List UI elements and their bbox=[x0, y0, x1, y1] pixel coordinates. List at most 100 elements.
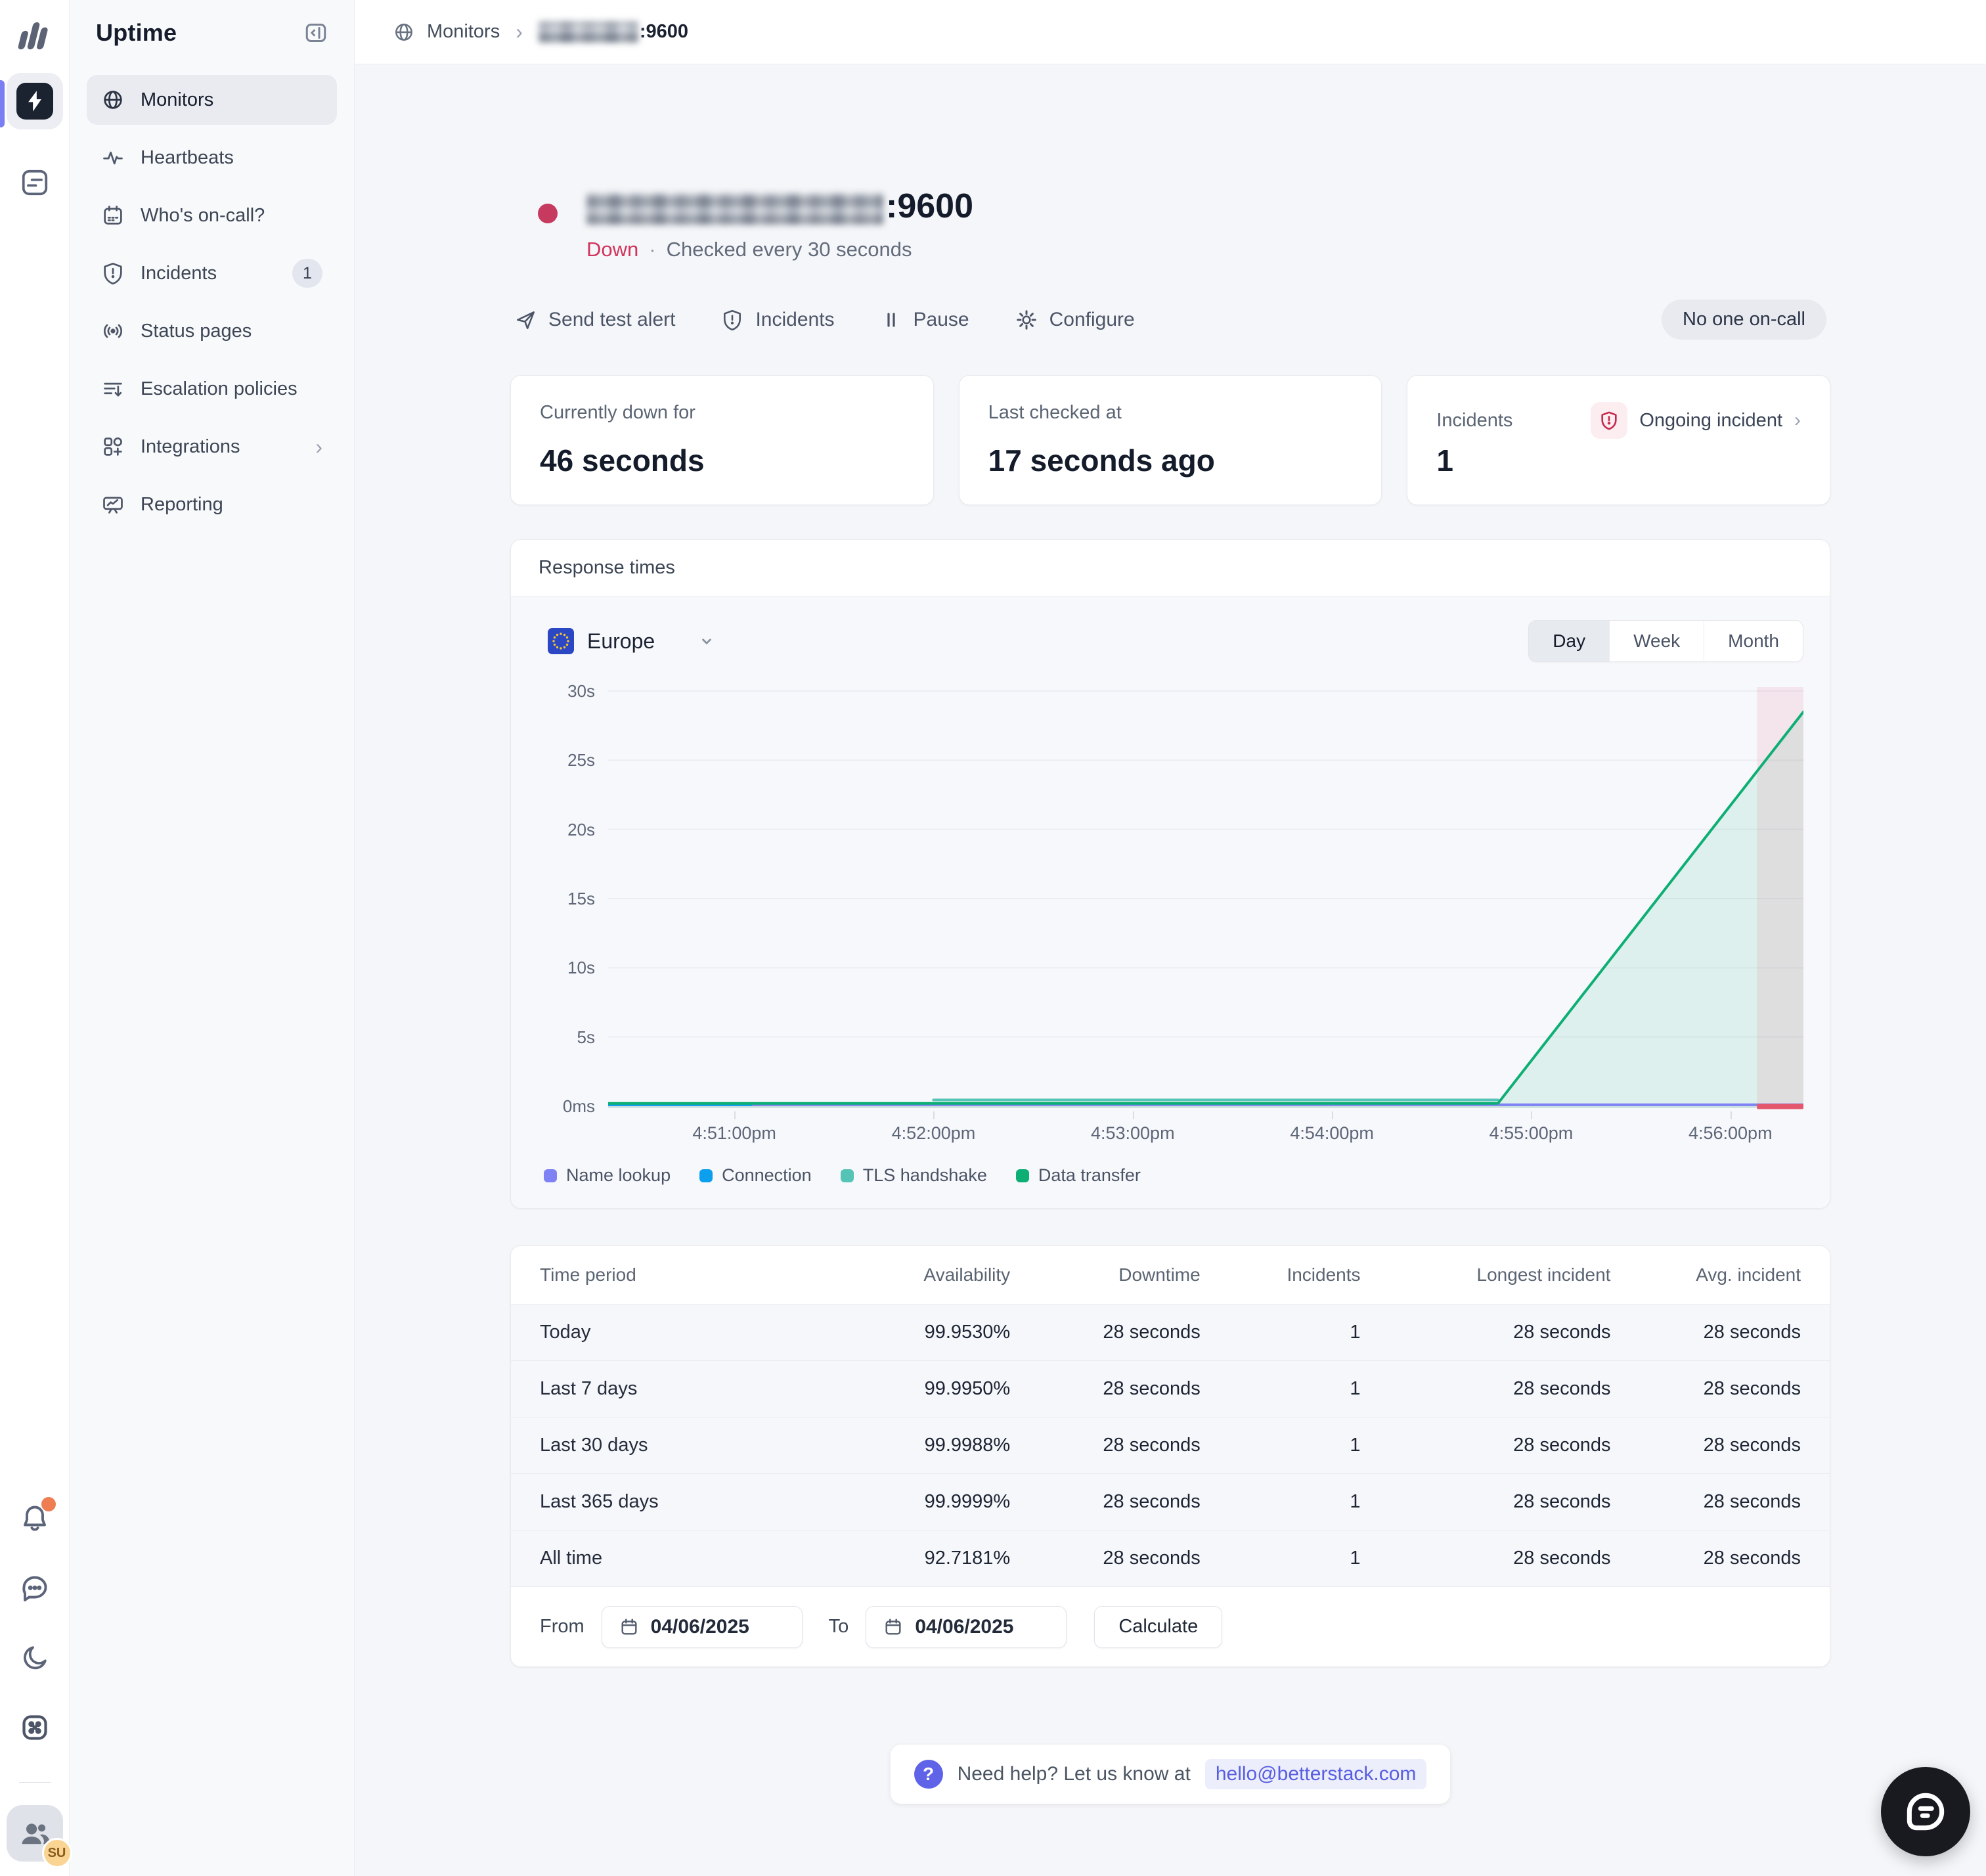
help-email-link[interactable]: hello@betterstack.com bbox=[1204, 1759, 1427, 1789]
region-select[interactable]: Europe bbox=[537, 628, 715, 654]
cell: Today bbox=[540, 1322, 591, 1343]
legend-label: Data transfer bbox=[1038, 1165, 1141, 1185]
col-downtime: Downtime bbox=[1118, 1264, 1201, 1285]
cell: 28 seconds bbox=[1703, 1378, 1801, 1399]
stat-value: 17 seconds ago bbox=[988, 443, 1215, 478]
tab-week[interactable]: Week bbox=[1609, 621, 1704, 661]
cell: 28 seconds bbox=[1703, 1435, 1801, 1456]
from-date-input[interactable]: 04/06/2025 bbox=[601, 1605, 803, 1648]
logs-app-icon[interactable] bbox=[20, 168, 50, 201]
cell: All time bbox=[540, 1548, 603, 1569]
tab-month[interactable]: Month bbox=[1704, 621, 1803, 661]
sidebar-item-escalation-policies[interactable]: Escalation policies bbox=[87, 364, 337, 414]
sidebar-item-label: Status pages bbox=[141, 320, 252, 342]
x-axis-tick-mark bbox=[1332, 1111, 1334, 1119]
shield-alert-icon bbox=[1601, 411, 1617, 430]
ongoing-incident-link[interactable]: Ongoing incident › bbox=[1591, 402, 1801, 439]
sidebar-item-label: Reporting bbox=[141, 493, 223, 515]
response-times-title: Response times bbox=[511, 540, 1830, 596]
cell: 1 bbox=[1350, 1435, 1361, 1456]
cell: Last 365 days bbox=[540, 1491, 659, 1512]
support-chat-button[interactable] bbox=[1881, 1767, 1970, 1856]
redacted-ip bbox=[538, 21, 638, 43]
avatar[interactable]: SU bbox=[6, 1805, 72, 1868]
cell: 28 seconds bbox=[1103, 1548, 1201, 1569]
calculate-button[interactable]: Calculate bbox=[1094, 1605, 1223, 1648]
action-label: Configure bbox=[1049, 308, 1135, 330]
bell-icon[interactable] bbox=[19, 1497, 56, 1537]
sidebar: Uptime Monitors Heartbeats Who's on-call… bbox=[70, 0, 355, 1876]
sidebar-item-monitors[interactable]: Monitors bbox=[87, 75, 337, 125]
breadcrumb-monitors[interactable]: Monitors bbox=[427, 21, 500, 43]
stat-cards: Currently down for 46 seconds Last check… bbox=[510, 375, 1830, 505]
incident-shield-tile bbox=[1591, 402, 1628, 439]
betterstack-logo[interactable] bbox=[14, 17, 55, 55]
sidebar-item-heartbeats[interactable]: Heartbeats bbox=[87, 133, 337, 183]
x-axis-tick: 4:56:00pm bbox=[1688, 1123, 1773, 1143]
sidebar-item-whos-on-call[interactable]: Who's on-call? bbox=[87, 190, 337, 240]
command-icon[interactable] bbox=[19, 1712, 51, 1747]
status-dot-down bbox=[538, 204, 558, 223]
sidebar-item-label: Heartbeats bbox=[141, 146, 234, 168]
sidebar-item-incidents[interactable]: Incidents 1 bbox=[87, 248, 337, 298]
action-label: Send test alert bbox=[548, 308, 676, 330]
legend-label: Connection bbox=[722, 1165, 812, 1185]
sidebar-item-status-pages[interactable]: Status pages bbox=[87, 306, 337, 356]
integrations-icon bbox=[104, 437, 122, 456]
breadcrumb-bar: Monitors › :9600 bbox=[355, 0, 1986, 64]
sidebar-item-label: Monitors bbox=[141, 89, 214, 110]
to-date-input[interactable]: 04/06/2025 bbox=[866, 1605, 1067, 1648]
cell: 28 seconds bbox=[1103, 1435, 1201, 1456]
breadcrumb-separator: › bbox=[516, 20, 523, 43]
y-axis: 30s 25s 20s 15s 10s 5s 0ms bbox=[537, 681, 595, 1116]
cell: 99.9950% bbox=[924, 1378, 1011, 1399]
calendar-icon bbox=[621, 1619, 637, 1635]
sidebar-item-reporting[interactable]: Reporting bbox=[87, 480, 337, 529]
cell: 28 seconds bbox=[1703, 1491, 1801, 1512]
tab-day[interactable]: Day bbox=[1529, 621, 1610, 661]
breadcrumb-port: :9600 bbox=[639, 21, 689, 42]
notification-dot bbox=[41, 1497, 56, 1511]
incidents-button[interactable]: Incidents bbox=[721, 309, 835, 331]
configure-button[interactable]: Configure bbox=[1015, 309, 1135, 331]
cell: 28 seconds bbox=[1103, 1322, 1201, 1343]
shield-icon bbox=[724, 309, 741, 330]
globe-icon bbox=[395, 23, 412, 41]
legend-item: Name lookup bbox=[544, 1165, 671, 1186]
main-area: Monitors › :9600 :9600 Down · Checked ev… bbox=[355, 0, 1986, 1876]
active-app-indicator bbox=[0, 80, 5, 127]
legend-label: TLS handshake bbox=[862, 1165, 987, 1185]
to-date-value: 04/06/2025 bbox=[915, 1615, 1014, 1638]
sidebar-item-label: Incidents bbox=[141, 262, 217, 284]
uptime-app-tile[interactable] bbox=[6, 73, 63, 129]
cell: 1 bbox=[1350, 1378, 1361, 1399]
chevron-right-icon: › bbox=[315, 434, 322, 458]
cell: Last 7 days bbox=[540, 1378, 638, 1399]
last-checked-card: Last checked at 17 seconds ago bbox=[958, 375, 1382, 505]
chat-bubble-icon bbox=[1907, 1793, 1945, 1831]
table-row: Last 7 days 99.9950% 28 seconds 1 28 seconds… bbox=[511, 1360, 1830, 1417]
chat-icon[interactable] bbox=[19, 1573, 51, 1607]
x-axis-tick-mark bbox=[734, 1111, 736, 1119]
sidebar-item-integrations[interactable]: Integrations › bbox=[87, 422, 337, 472]
uptime-app: SU Uptime Monitors Heartbeats Who's on-c… bbox=[0, 0, 1986, 1876]
x-axis-tick-mark bbox=[1132, 1111, 1134, 1119]
col-avg-incident: Avg. incident bbox=[1696, 1264, 1801, 1285]
rail-divider bbox=[18, 1782, 51, 1783]
rail-bottom: SU bbox=[6, 1497, 72, 1868]
monitor-header: :9600 Down · Checked every 30 seconds bbox=[510, 187, 1830, 261]
on-call-pill[interactable]: No one on-call bbox=[1662, 300, 1826, 340]
incident-link-label: Ongoing incident bbox=[1639, 409, 1782, 431]
collapse-sidebar-icon[interactable] bbox=[303, 20, 329, 46]
plot-area[interactable] bbox=[608, 684, 1803, 1111]
cell: 1 bbox=[1350, 1322, 1361, 1343]
pause-button[interactable]: Pause bbox=[881, 309, 969, 331]
monitor-title: :9600 bbox=[586, 187, 973, 226]
cell: 28 seconds bbox=[1513, 1435, 1611, 1456]
sidebar-nav: Monitors Heartbeats Who's on-call? Incid… bbox=[87, 75, 337, 529]
table-row: All time 92.7181% 28 seconds 1 28 seconds 28 … bbox=[511, 1530, 1830, 1586]
help-text: Need help? Let us know at bbox=[957, 1763, 1191, 1785]
moon-icon[interactable] bbox=[20, 1643, 50, 1676]
x-axis-tick: 4:52:00pm bbox=[891, 1123, 976, 1143]
send-test-alert-button[interactable]: Send test alert bbox=[514, 309, 675, 331]
